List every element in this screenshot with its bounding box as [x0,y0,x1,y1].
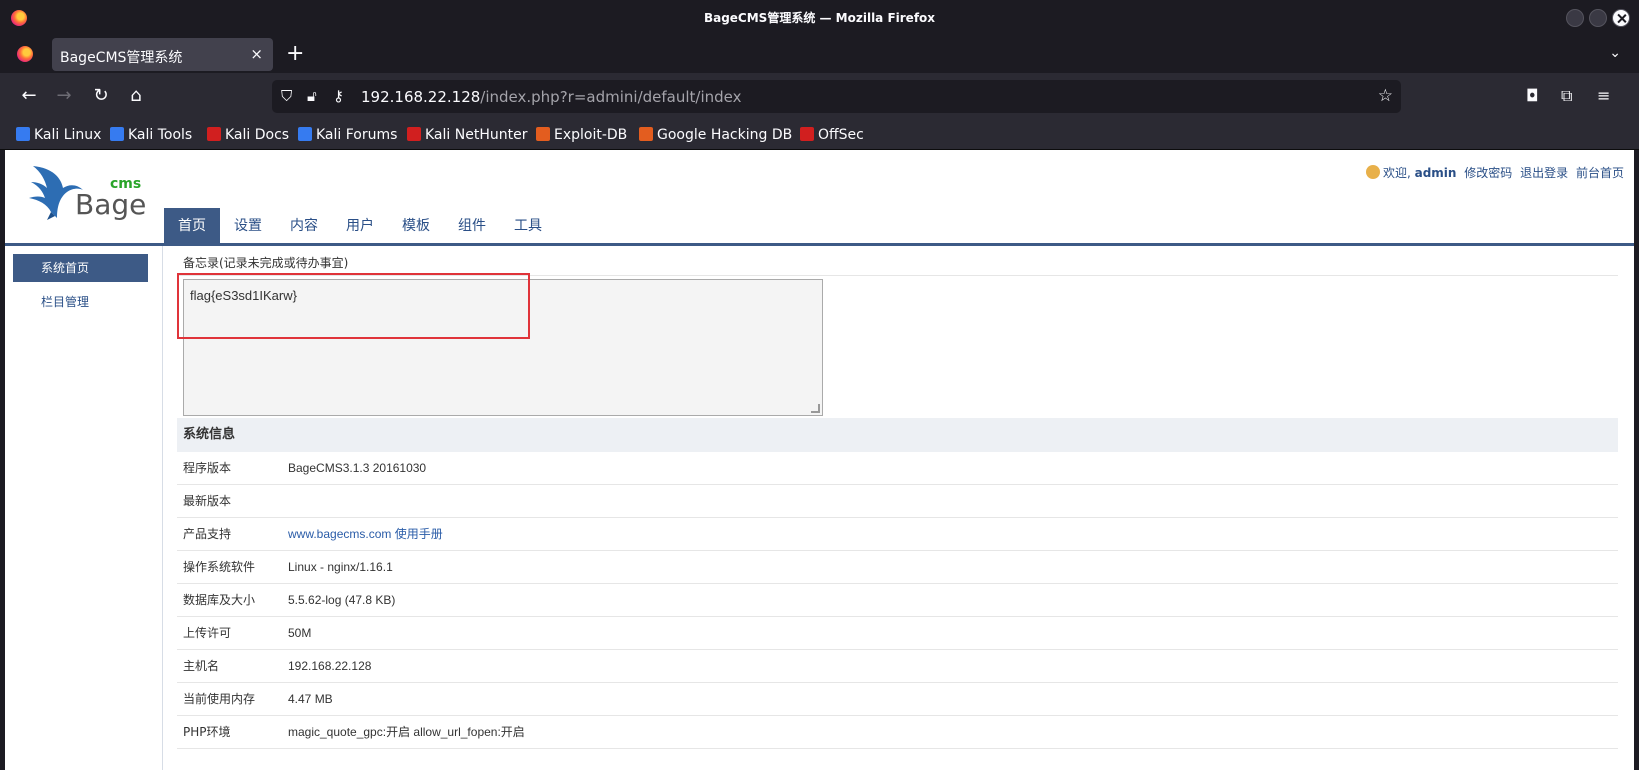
logo-bage-text: Bage [75,188,147,221]
system-info-table: 系统信息 程序版本 BageCMS3.1.3 20161030 最新版本 产品支持… [177,418,1618,749]
table-row: 主机名 192.168.22.128 [177,650,1618,683]
logout-link[interactable]: 退出登录 [1520,166,1568,180]
ghdb-icon [639,127,653,141]
bookmark-kali-nethunter[interactable]: Kali NetHunter [407,127,527,143]
menu-icon[interactable]: ≡ [1597,86,1610,105]
bookmark-kali-docs[interactable]: Kali Docs [207,127,289,143]
nethunter-icon [407,127,421,141]
nav-users[interactable]: 用户 [332,208,388,244]
row-value: 4.47 MB [288,692,333,706]
url-path: /index.php?r=admini/default/index [480,88,742,106]
row-value: 192.168.22.128 [288,659,372,673]
forward-icon[interactable]: → [51,85,77,106]
memo-label: 备忘录(记录未完成或待办事宜) [183,256,349,270]
row-value: 50M [288,626,312,640]
firefox-view-icon[interactable] [17,46,33,62]
row-value: BageCMS3.1.3 20161030 [288,461,427,475]
bookmark-kali-linux[interactable]: Kali Linux [16,127,101,143]
insecure-lock-icon[interactable]: 🔓︎ [307,87,317,105]
row-key: 操作系统软件 [183,560,256,574]
row-value: Linux - nginx/1.16.1 [288,560,393,574]
shield-icon[interactable]: ⛉ [281,87,292,105]
bookmark-exploit-db[interactable]: Exploit-DB [536,127,627,143]
sidebar-item-category-management[interactable]: 栏目管理 [13,288,148,316]
welcome-text: 欢迎, [1382,166,1411,180]
nav-settings[interactable]: 设置 [220,208,276,244]
row-key: 当前使用内存 [183,692,256,706]
url-text[interactable]: 192.168.22.128/index.php?r=admini/defaul… [361,88,742,106]
row-key: 主机名 [183,659,220,673]
key-icon[interactable]: ⚷ [333,87,344,105]
table-row: 最新版本 [177,485,1618,518]
new-tab-button[interactable]: + [286,41,304,66]
row-value: 5.5.62-log (47.8 KB) [288,593,396,607]
nav-content[interactable]: 内容 [276,208,332,244]
bookmarks-toolbar: Kali Linux Kali Tools Kali Docs Kali For… [0,123,1639,150]
nav-tools[interactable]: 工具 [500,208,556,244]
close-window-button[interactable] [1612,9,1630,27]
extensions-icon[interactable]: ⧉ [1561,86,1572,106]
nav-home[interactable]: 首页 [164,208,220,244]
sidebar-item-system-home[interactable]: 系统首页 [13,254,148,282]
tab-close-icon[interactable]: × [250,45,263,63]
change-password-link[interactable]: 修改密码 [1464,166,1512,180]
bagecms-logo[interactable]: cms Bage [27,158,147,230]
table-row: PHP环境 magic_quote_gpc:开启 allow_url_fopen:… [177,716,1618,749]
row-key: 产品支持 [183,527,232,541]
row-key: 上传许可 [183,626,232,640]
row-key: PHP环境 [183,725,231,739]
row-key: 程序版本 [183,461,232,475]
sidebar: 系统首页 栏目管理 [5,246,163,770]
bookmark-kali-forums[interactable]: Kali Forums [298,127,397,143]
offsec-icon [800,127,814,141]
username: admin [1414,166,1457,180]
exploit-db-icon [536,127,550,141]
tab-strip: BageCMS管理系统 × + ⌄ [0,35,1639,73]
bookmark-kali-tools[interactable]: Kali Tools [110,127,192,143]
table-row: 操作系统软件 Linux - nginx/1.16.1 [177,551,1618,584]
window-titlebar: BageCMS管理系统 — Mozilla Firefox [0,0,1639,35]
table-row: 上传许可 50M [177,617,1618,650]
minimize-button[interactable] [1566,9,1584,27]
table-row: 当前使用内存 4.47 MB [177,683,1618,716]
list-all-tabs-icon[interactable]: ⌄ [1609,45,1621,61]
resize-grip-icon[interactable] [811,404,820,413]
window-title: BageCMS管理系统 — Mozilla Firefox [703,11,936,25]
user-icon [1365,165,1380,179]
tab-bagecms[interactable]: BageCMS管理系统 × [52,38,273,71]
row-value: magic_quote_gpc:开启 allow_url_fopen:开启 [288,725,525,739]
url-host: 192.168.22.128 [361,88,481,106]
kali-tools-icon [110,127,124,141]
nav-templates[interactable]: 模板 [388,208,444,244]
url-bar[interactable]: ⛉ 🔓︎ ⚷ 192.168.22.128/index.php?r=admini… [272,80,1401,113]
tab-label: BageCMS管理系统 [60,50,183,66]
row-key: 数据库及大小 [183,593,256,607]
user-bar: 欢迎, admin 修改密码 退出登录 前台首页 [1365,164,1624,181]
main-nav: 首页 设置 内容 用户 模板 组件 工具 [164,208,556,244]
table-row: 数据库及大小 5.5.62-log (47.8 KB) [177,584,1618,617]
bookmark-google-hacking-db[interactable]: Google Hacking DB [639,127,792,143]
red-highlight-box [177,273,530,339]
navigation-toolbar: ← → ↻ ⌂ ⛉ 🔓︎ ⚷ 192.168.22.128/index.php?… [0,73,1639,123]
product-support-link[interactable]: www.bagecms.com 使用手册 [288,518,443,551]
kali-forums-icon [298,127,312,141]
pocket-icon[interactable]: ◘ [1526,86,1539,105]
kali-dragon-icon [16,127,30,141]
row-key: 最新版本 [183,494,232,508]
kali-docs-icon [207,127,221,141]
bookmark-star-icon[interactable]: ☆ [1378,86,1393,106]
table-row: 产品支持 www.bagecms.com 使用手册 [177,518,1618,551]
frontend-home-link[interactable]: 前台首页 [1576,166,1624,180]
system-info-title: 系统信息 [177,418,1618,452]
nav-components[interactable]: 组件 [444,208,500,244]
table-row: 程序版本 BageCMS3.1.3 20161030 [177,452,1618,485]
bookmark-offsec[interactable]: OffSec [800,127,864,143]
back-icon[interactable]: ← [16,85,42,106]
reload-icon[interactable]: ↻ [88,85,114,106]
maximize-button[interactable] [1589,9,1607,27]
web-page: cms Bage 欢迎, admin 修改密码 退出登录 前台首页 首页 设置 … [5,150,1634,770]
home-icon[interactable]: ⌂ [123,85,149,106]
nav-divider [5,243,1634,246]
